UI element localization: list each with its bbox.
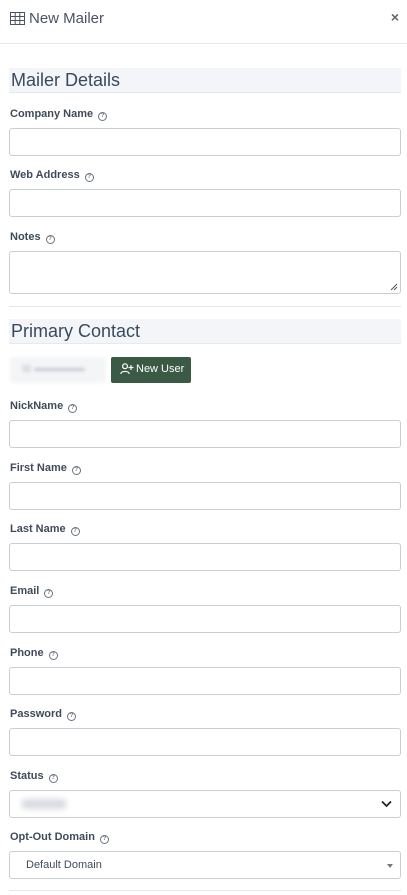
section-mailer-details: Mailer Details [9,68,401,93]
section-heading: Primary Contact [11,321,141,341]
opt-out-domain-select[interactable]: Default Domain [9,851,401,879]
section-heading: Mailer Details [11,70,121,90]
caret-down-icon [387,864,393,868]
help-icon[interactable]: ? [48,651,58,660]
existing-user-select[interactable]: ▤ ▬▬▬▬▬ [10,357,106,383]
label-text: Company Name [10,108,94,120]
company-name-input[interactable] [9,128,401,156]
label-text: NickName [10,400,64,412]
phone-input[interactable] [9,667,401,695]
close-icon[interactable]: × [391,9,399,25]
notes-label: Notes? [10,231,55,244]
blurred-text: ▤ ▬▬▬▬▬ [22,363,85,374]
help-icon[interactable]: ? [45,235,55,244]
opt-out-domain-label: Opt-Out Domain? [10,831,109,844]
help-icon[interactable]: ? [68,404,78,413]
section-primary-contact: Primary Contact [9,319,401,344]
first-name-input[interactable] [9,482,401,510]
phone-label: Phone? [10,647,58,660]
notes-textarea[interactable] [9,251,401,294]
last-name-label: Last Name? [10,523,80,536]
label-text: Email [10,585,40,597]
email-label: Email? [10,585,54,598]
password-input[interactable] [9,728,401,756]
password-label: Password? [10,708,76,721]
label-text: Web Address [10,169,80,181]
new-user-button[interactable]: New User [111,357,191,383]
help-icon[interactable]: ? [98,112,108,121]
resize-handle-icon[interactable] [390,283,398,291]
company-name-label: Company Name? [10,108,108,121]
web-address-label: Web Address? [10,169,94,182]
add-user-icon [120,363,134,375]
section-divider [9,306,401,307]
nickname-label: NickName? [10,400,78,413]
status-select[interactable] [9,790,401,818]
label-text: Status [10,770,44,782]
label-text: Notes [10,231,41,243]
help-icon[interactable]: ? [84,173,94,182]
modal-header: New Mailer × [0,0,407,44]
modal-title: New Mailer [29,10,105,27]
nickname-input[interactable] [9,420,401,448]
help-icon[interactable]: ? [71,466,81,475]
blurred-value [22,799,66,809]
new-user-label: New User [136,363,185,375]
help-icon[interactable]: ? [44,589,54,598]
chevron-down-icon [381,800,392,808]
label-text: First Name [10,462,67,474]
web-address-input[interactable] [9,189,401,217]
label-text: Phone [10,647,44,659]
label-text: Opt-Out Domain [10,831,95,843]
selected-value: Default Domain [26,859,102,871]
section-divider [9,890,401,891]
label-text: Last Name [10,523,66,535]
help-icon[interactable]: ? [99,835,109,844]
label-text: Password [10,708,62,720]
status-label: Status? [10,770,58,783]
last-name-input[interactable] [9,543,401,571]
help-icon[interactable]: ? [48,774,58,783]
table-icon [10,12,25,25]
help-icon[interactable]: ? [70,527,80,536]
first-name-label: First Name? [10,462,81,475]
email-input[interactable] [9,605,401,633]
help-icon[interactable]: ? [66,712,76,721]
